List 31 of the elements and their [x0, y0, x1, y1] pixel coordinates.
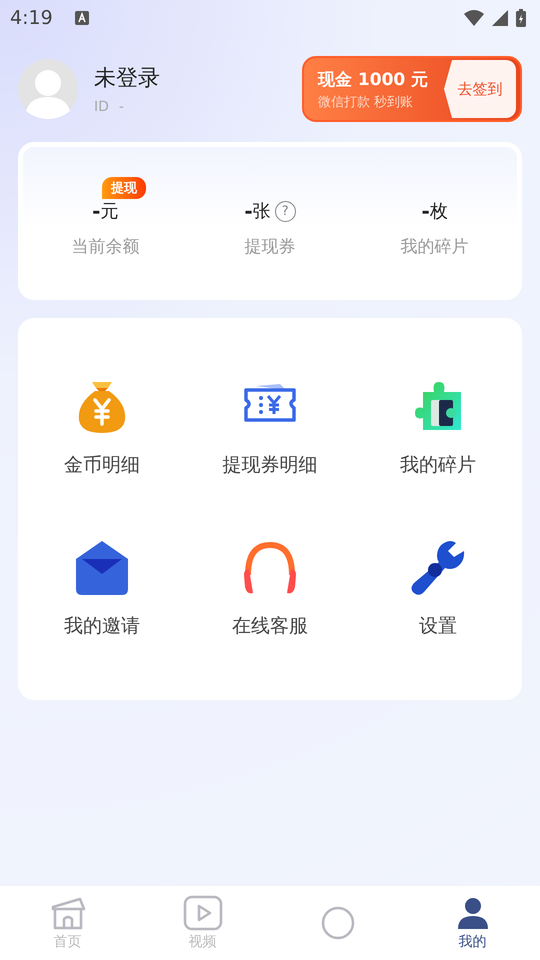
user-name: 未登录: [94, 65, 160, 93]
nav-tab[interactable]: 我的: [405, 895, 540, 951]
envelope-icon[interactable]: [74, 540, 130, 594]
stat-label: 我的碎片: [400, 236, 469, 258]
stat-label: 提现券: [244, 236, 296, 258]
house-icon: [50, 895, 86, 931]
stat-unit: 元: [100, 200, 118, 223]
stat-value: -: [244, 199, 253, 223]
stat-value: -: [92, 199, 100, 223]
wrench-icon[interactable]: [410, 540, 466, 594]
signal-icon: [492, 10, 508, 26]
menu-label[interactable]: 我的碎片: [400, 452, 476, 478]
menu-label[interactable]: 设置: [419, 612, 457, 638]
wifi-icon: [464, 10, 484, 26]
id-value: -: [118, 99, 124, 115]
id-label: ID: [94, 99, 109, 115]
stat-unit: 张: [252, 200, 271, 223]
menu-label[interactable]: 在线客服: [232, 612, 308, 638]
battery-icon: [516, 9, 526, 27]
promo-subtitle: 微信打款 秒到账: [318, 94, 414, 110]
play-icon: [182, 895, 222, 931]
menu-label[interactable]: 我的邀请: [64, 612, 140, 638]
promo-title: 现金 1000 元: [318, 68, 430, 90]
stat-label: 当前余额: [71, 236, 140, 258]
menu-label[interactable]: 提现券明细: [222, 452, 318, 478]
stat-value: -: [422, 199, 430, 223]
status-time: 4:19: [10, 7, 53, 29]
stat-unit: 枚: [430, 200, 448, 223]
keyboard-icon: [74, 11, 89, 25]
menu-label[interactable]: 金币明细: [64, 452, 140, 478]
circle-icon: [320, 905, 356, 941]
